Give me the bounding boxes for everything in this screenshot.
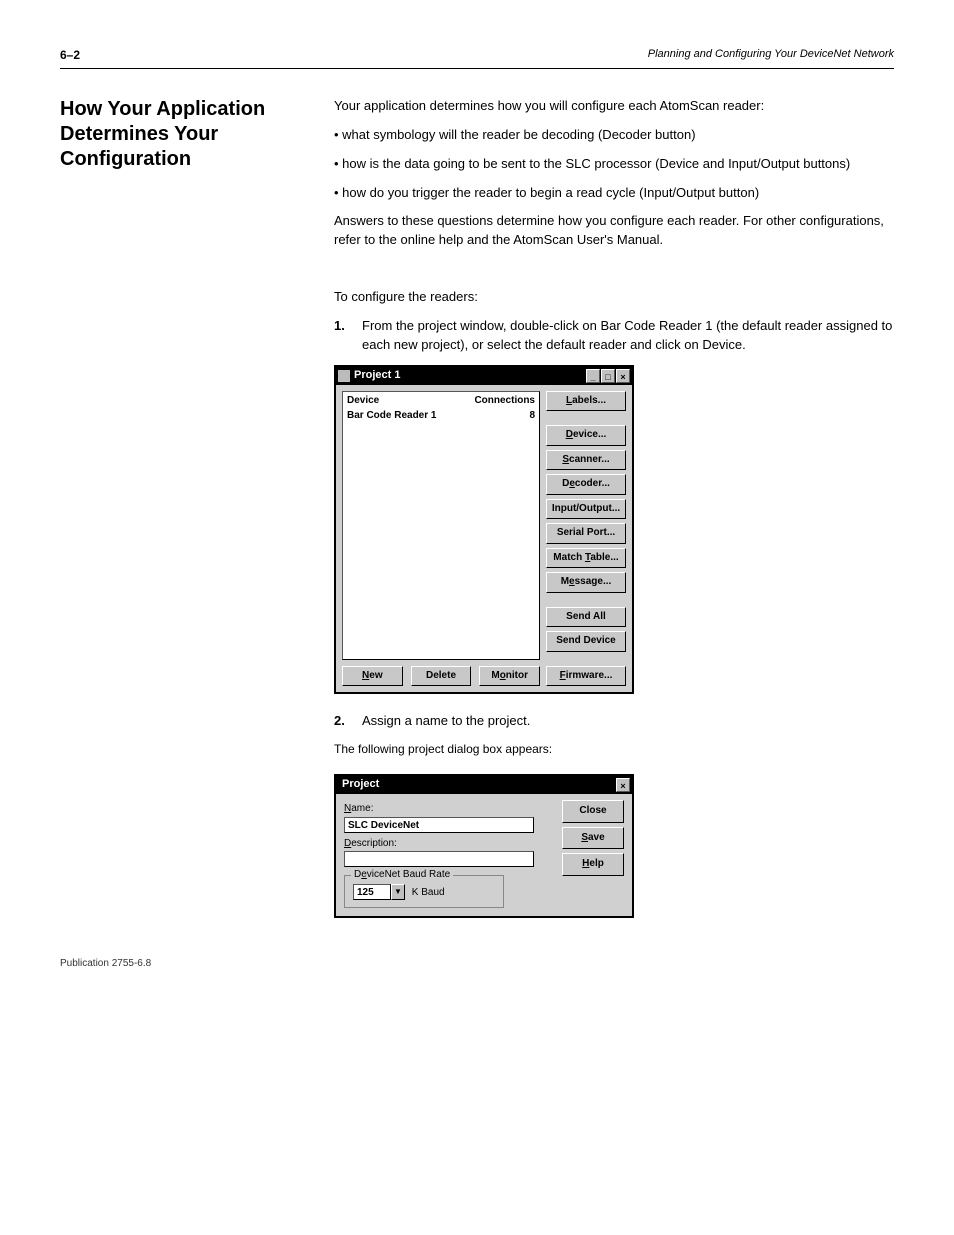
baud-select[interactable]: 125 <box>353 884 391 900</box>
row-conn: 8 <box>529 409 535 424</box>
message-button[interactable]: Message... <box>546 572 626 593</box>
titlebar: Project 1 _ □ × <box>336 367 632 385</box>
close-icon[interactable]: × <box>616 369 630 383</box>
device-button[interactable]: Device... <box>546 425 626 446</box>
new-button[interactable]: New <box>342 666 403 687</box>
firmware-button[interactable]: Firmware... <box>546 666 626 687</box>
dialog-note: The following project dialog box appears… <box>334 741 894 758</box>
serial-button[interactable]: Serial Port... <box>546 523 626 544</box>
section-title-line1: How Your Application <box>60 97 310 122</box>
save-button[interactable]: Save <box>562 827 624 850</box>
chapter-title: Planning and Configuring Your DeviceNet … <box>648 48 894 60</box>
match-button[interactable]: Match Table... <box>546 548 626 569</box>
publication-number: Publication 2755-6.8 <box>60 958 894 969</box>
description-input[interactable] <box>344 851 534 867</box>
intro-para-2: Answers to these questions determine how… <box>334 212 894 250</box>
device-listbox[interactable]: Device Connections Bar Code Reader 1 8 <box>342 391 540 660</box>
help-button[interactable]: Help <box>562 853 624 876</box>
monitor-button[interactable]: Monitor <box>479 666 540 687</box>
send-all-button[interactable]: Send All <box>546 607 626 628</box>
delete-button[interactable]: Delete <box>411 666 472 687</box>
col-connections: Connections <box>474 394 535 409</box>
dialog-close-icon[interactable]: × <box>616 778 630 792</box>
baud-legend: DeviceNet Baud Rate <box>351 868 453 883</box>
intro-para: Your application determines how you will… <box>334 97 894 116</box>
config-lead: To configure the readers: <box>334 288 894 307</box>
dialog-title: Project <box>338 777 615 793</box>
divider <box>60 68 894 69</box>
intro-bullet-1: • what symbology will the reader be deco… <box>334 126 894 145</box>
window-title: Project 1 <box>354 368 585 384</box>
baud-suffix: K Baud <box>412 887 445 898</box>
window-icon <box>338 370 350 382</box>
maximize-icon[interactable]: □ <box>601 369 615 383</box>
io-button[interactable]: Input/Output... <box>546 499 626 520</box>
page-number: 6–2 <box>60 48 80 62</box>
step-2-num: 2. <box>334 712 352 731</box>
scanner-button[interactable]: Scanner... <box>546 450 626 471</box>
step-1-text: From the project window, double-click on… <box>362 317 894 355</box>
col-device: Device <box>347 394 379 409</box>
close-button[interactable]: Close <box>562 800 624 823</box>
dialog-titlebar: Project × <box>336 776 632 794</box>
section-title-line2: Determines Your Configuration <box>60 122 310 172</box>
labels-button[interactable]: Labels... <box>546 391 626 412</box>
row-device: Bar Code Reader 1 <box>347 409 436 424</box>
project-dialog: Project × Close Save Help Name: SLC Devi… <box>334 774 634 918</box>
chevron-down-icon[interactable]: ▼ <box>391 884 405 900</box>
intro-bullet-3: • how do you trigger the reader to begin… <box>334 184 894 203</box>
decoder-button[interactable]: Decoder... <box>546 474 626 495</box>
step-2-text: Assign a name to the project. <box>362 712 894 731</box>
intro-bullet-2: • how is the data going to be sent to th… <box>334 155 894 174</box>
name-input[interactable]: SLC DeviceNet <box>344 817 534 833</box>
project-window: Project 1 _ □ × Device Connections <box>334 365 634 695</box>
minimize-icon[interactable]: _ <box>586 369 600 383</box>
step-1-num: 1. <box>334 317 352 355</box>
baud-groupbox: DeviceNet Baud Rate 125 ▼ K Baud <box>344 875 504 908</box>
list-row[interactable]: Bar Code Reader 1 8 <box>347 409 535 424</box>
send-device-button[interactable]: Send Device <box>546 631 626 652</box>
